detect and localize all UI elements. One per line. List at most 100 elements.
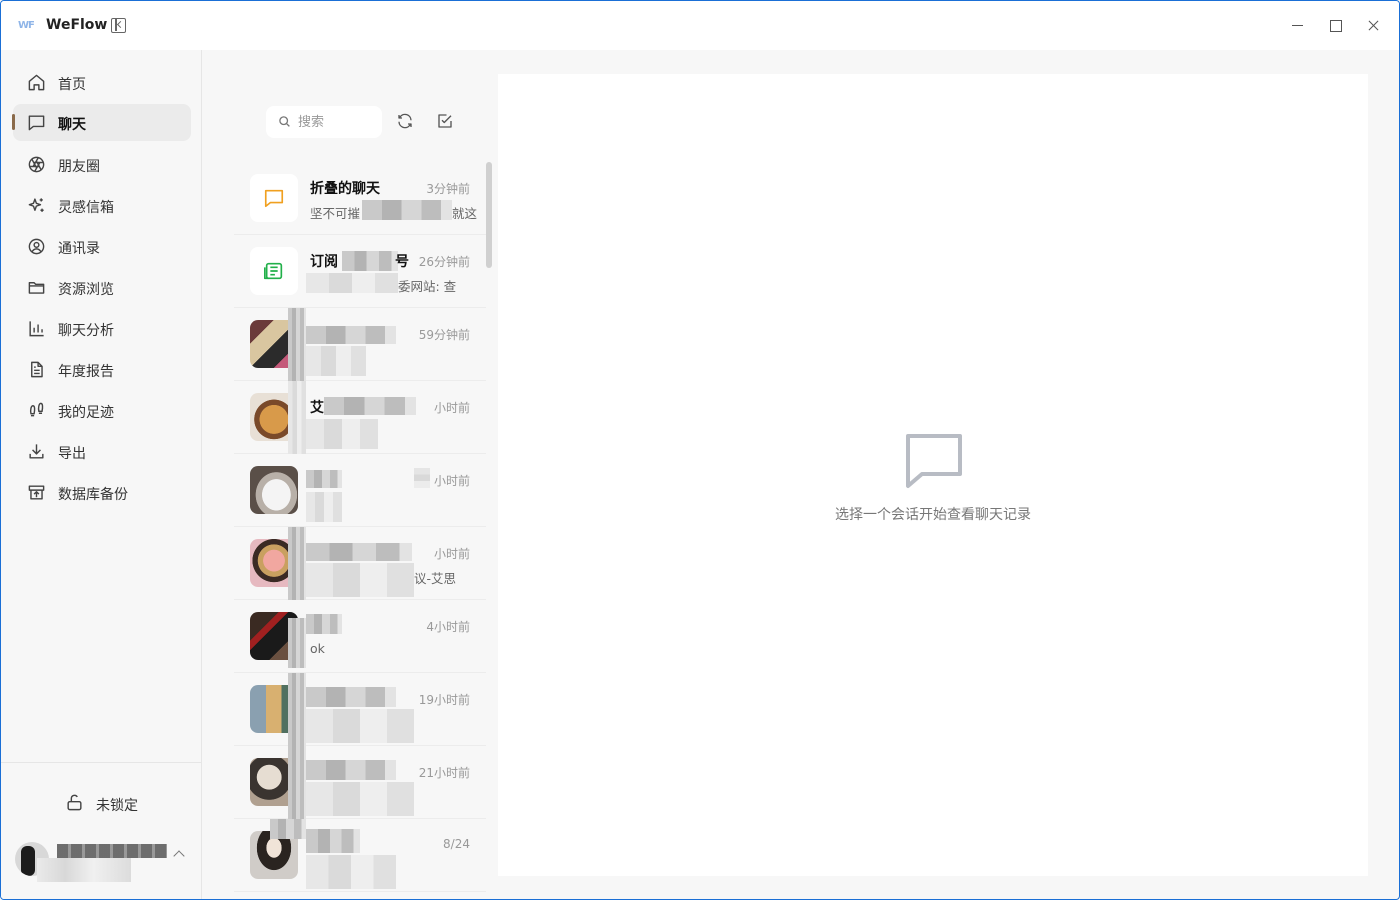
session-time: 4小时前 xyxy=(426,620,470,634)
redaction-mosaic xyxy=(288,746,306,819)
refresh-icon[interactable] xyxy=(396,112,416,132)
avatar xyxy=(250,466,298,514)
folded-chat-icon xyxy=(250,174,298,222)
chat-icon xyxy=(27,113,46,132)
scrollbar[interactable] xyxy=(486,162,492,268)
search-input[interactable] xyxy=(298,112,378,132)
redaction-mosaic xyxy=(306,687,396,707)
session-name-tail: 号 xyxy=(395,254,409,270)
list-item[interactable]: 小时前 议-艾思 xyxy=(234,527,486,600)
contact-icon xyxy=(27,237,46,256)
search-box[interactable] xyxy=(266,106,382,138)
sidebar-item-label: 聊天分析 xyxy=(58,323,114,339)
list-item[interactable]: 8/24 xyxy=(234,819,486,892)
sidebar-item-label: 首页 xyxy=(58,77,86,93)
sidebar-item-analysis[interactable]: 聊天分析 xyxy=(13,310,191,347)
lock-status-button[interactable]: 未锁定 xyxy=(65,793,138,816)
sidebar-item-label: 聊天 xyxy=(58,117,86,133)
list-item[interactable]: 折叠的聊天 3分钟前 坚不可摧 就这 xyxy=(234,162,486,235)
session-time: 小时前 xyxy=(433,547,470,561)
sidebar-item-contacts[interactable]: 通讯录 xyxy=(13,228,191,265)
chat-area: 选择一个会话开始查看聊天记录 xyxy=(498,74,1368,876)
minimize-icon[interactable] xyxy=(1287,15,1309,37)
list-item[interactable]: 21小时前 xyxy=(234,746,486,819)
session-time: 26分钟前 xyxy=(418,255,470,269)
redaction-mosaic xyxy=(306,829,360,853)
redaction-mosaic xyxy=(362,200,452,220)
session-preview-tail: 就这 xyxy=(452,206,478,221)
sidebar-item-chat[interactable]: 聊天 xyxy=(12,104,191,141)
maximize-icon[interactable] xyxy=(1325,15,1347,37)
sidebar-item-footprints[interactable]: 我的足迹 xyxy=(13,392,191,429)
session-preview-tail: 委网站: 查 xyxy=(398,279,457,294)
sidebar-item-annual-report[interactable]: 年度报告 xyxy=(13,351,191,388)
redaction-mosaic xyxy=(306,760,396,780)
session-list-panel: 折叠的聊天 3分钟前 坚不可摧 就这 订阅 号 26分钟前 委网站: 查 xyxy=(202,50,498,899)
app-title: WeFlow xyxy=(46,17,108,33)
download-icon xyxy=(27,442,46,461)
redaction-mosaic xyxy=(306,782,414,816)
sidebar-item-home[interactable]: 首页 xyxy=(13,64,191,101)
redaction-mosaic xyxy=(324,397,416,415)
unlock-icon xyxy=(65,793,84,816)
sidebar-item-label: 导出 xyxy=(58,446,86,462)
sidebar-item-label: 我的足迹 xyxy=(58,405,114,421)
sidebar-toggle-icon[interactable] xyxy=(111,18,126,33)
session-time: 8/24 xyxy=(443,837,470,851)
app-window: WF WeFlow 首页 聊天 朋友圈 灵感信箱 通讯录 资源浏览 聊天分析 年… xyxy=(0,0,1400,900)
redaction-mosaic xyxy=(288,527,306,600)
list-item[interactable]: 19小时前 xyxy=(234,673,486,746)
aperture-icon xyxy=(27,155,46,174)
session-list: 折叠的聊天 3分钟前 坚不可摧 就这 订阅 号 26分钟前 委网站: 查 59分… xyxy=(234,162,486,899)
sidebar-item-inspiration[interactable]: 灵感信箱 xyxy=(13,187,191,224)
session-preview: ok xyxy=(310,641,325,656)
session-preview-tail: 议-艾思 xyxy=(414,571,457,586)
redaction-mosaic xyxy=(306,855,396,889)
redaction-mosaic xyxy=(414,468,430,488)
home-icon xyxy=(27,73,46,92)
user-profile[interactable] xyxy=(15,840,195,882)
sidebar-item-moments[interactable]: 朋友圈 xyxy=(13,146,191,183)
list-item[interactable]: 订阅 号 26分钟前 委网站: 查 xyxy=(234,235,486,308)
sidebar-item-label: 数据库备份 xyxy=(58,487,128,503)
search-icon xyxy=(278,115,291,128)
redaction-mosaic xyxy=(306,419,378,449)
session-time: 小时前 xyxy=(433,401,470,415)
archive-icon xyxy=(27,483,46,502)
list-item[interactable]: 艾 小时前 xyxy=(234,381,486,454)
redaction-mosaic xyxy=(306,273,398,293)
redaction-mosaic xyxy=(306,563,414,597)
empty-state-text: 选择一个会话开始查看聊天记录 xyxy=(835,507,1031,523)
session-time: 19小时前 xyxy=(418,693,470,707)
redaction-mosaic xyxy=(306,492,342,522)
list-item[interactable]: 59分钟前 xyxy=(234,308,486,381)
sidebar-item-label: 灵感信箱 xyxy=(58,200,114,216)
session-name: 订阅 xyxy=(310,254,338,270)
session-time: 3分钟前 xyxy=(426,182,470,196)
chevron-up-icon[interactable] xyxy=(173,850,185,862)
redaction-mosaic xyxy=(270,819,306,839)
app-logo: WF xyxy=(18,20,35,31)
redaction-mosaic xyxy=(306,543,412,561)
session-time: 59分钟前 xyxy=(418,328,470,342)
nav-divider xyxy=(1,762,201,763)
session-time: 小时前 xyxy=(433,474,470,488)
sidebar-item-label: 年度报告 xyxy=(58,364,114,380)
sidebar-item-resources[interactable]: 资源浏览 xyxy=(13,269,191,306)
close-icon[interactable] xyxy=(1363,15,1385,37)
session-name: 艾 xyxy=(310,400,324,416)
list-item[interactable]: 4小时前 ok xyxy=(234,600,486,673)
sidebar-item-db-backup[interactable]: 数据库备份 xyxy=(13,474,191,511)
list-item[interactable]: 小时前 xyxy=(234,454,486,527)
subscription-icon xyxy=(250,247,298,295)
sidebar-item-export[interactable]: 导出 xyxy=(13,433,191,470)
redaction-mosaic xyxy=(306,346,366,376)
redaction-mosaic xyxy=(306,709,414,743)
multi-select-icon[interactable] xyxy=(436,112,456,132)
title-bar: WF WeFlow xyxy=(1,1,1399,50)
sparkles-icon xyxy=(27,196,46,215)
folder-icon xyxy=(27,278,46,297)
sidebar-nav: 首页 聊天 朋友圈 灵感信箱 通讯录 资源浏览 聊天分析 年度报告 我的足迹 导… xyxy=(1,50,202,899)
redaction-mosaic xyxy=(306,614,342,634)
sidebar-item-label: 资源浏览 xyxy=(58,282,114,298)
